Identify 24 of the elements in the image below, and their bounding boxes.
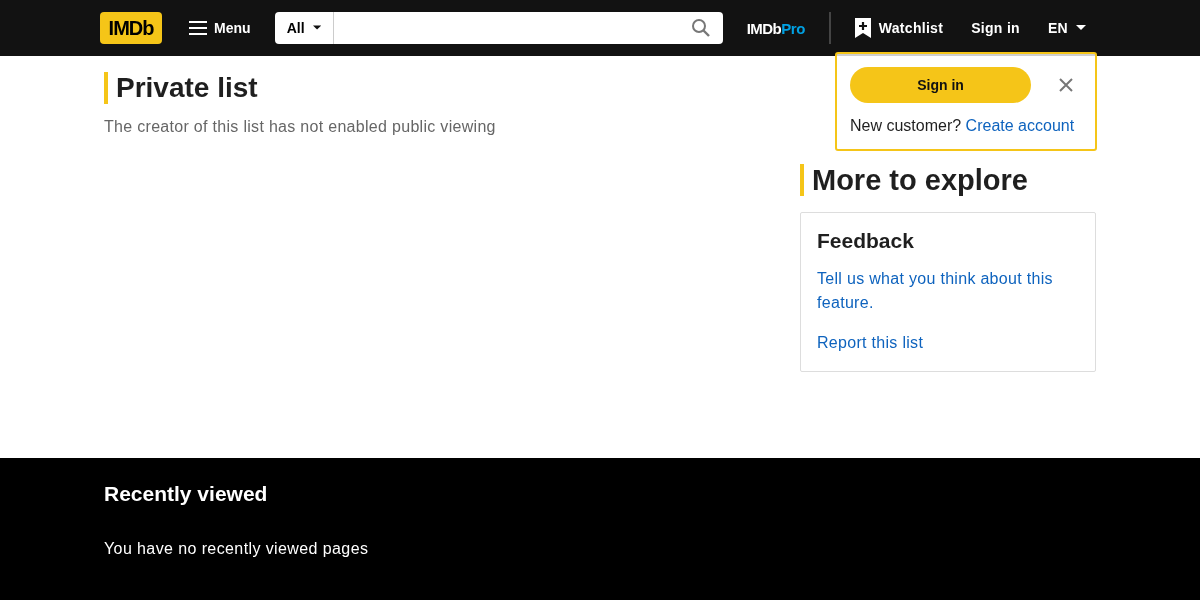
create-account-link[interactable]: Create account	[965, 117, 1075, 134]
caret-icon	[1076, 25, 1086, 31]
bookmark-plus-icon	[854, 18, 871, 38]
footer-message: You have no recently viewed pages	[104, 540, 370, 558]
language-dropdown[interactable]: EN	[1033, 12, 1100, 44]
logo[interactable]: IMDb	[100, 12, 163, 44]
search-icon[interactable]	[690, 18, 711, 38]
new-customer-text: New customer?	[850, 117, 962, 134]
close-icon[interactable]	[1059, 78, 1073, 92]
footer-title: Recently viewed	[104, 482, 269, 506]
section-title: More to explore	[800, 164, 1096, 196]
feedback-link[interactable]: Tell us what you think about this feature.	[817, 267, 1079, 315]
category-dropdown[interactable]: All	[274, 12, 334, 44]
sign-in-button[interactable]: Sign in	[850, 67, 1031, 103]
pro-logo[interactable]: IMDbPro	[746, 19, 805, 37]
feedback-link[interactable]: Report this list	[817, 331, 1079, 355]
menu-button[interactable]: Menu	[178, 12, 261, 44]
subtitle: The creator of this list has not enabled public viewing	[104, 118, 496, 136]
card-title: Feedback	[817, 229, 915, 253]
sign-in-link[interactable]: Sign in	[957, 12, 1034, 44]
page-title: Private list	[104, 72, 496, 104]
watchlist-button[interactable]: Watchlist	[840, 10, 958, 46]
caret-icon	[312, 25, 321, 31]
menu-icon	[188, 20, 209, 36]
